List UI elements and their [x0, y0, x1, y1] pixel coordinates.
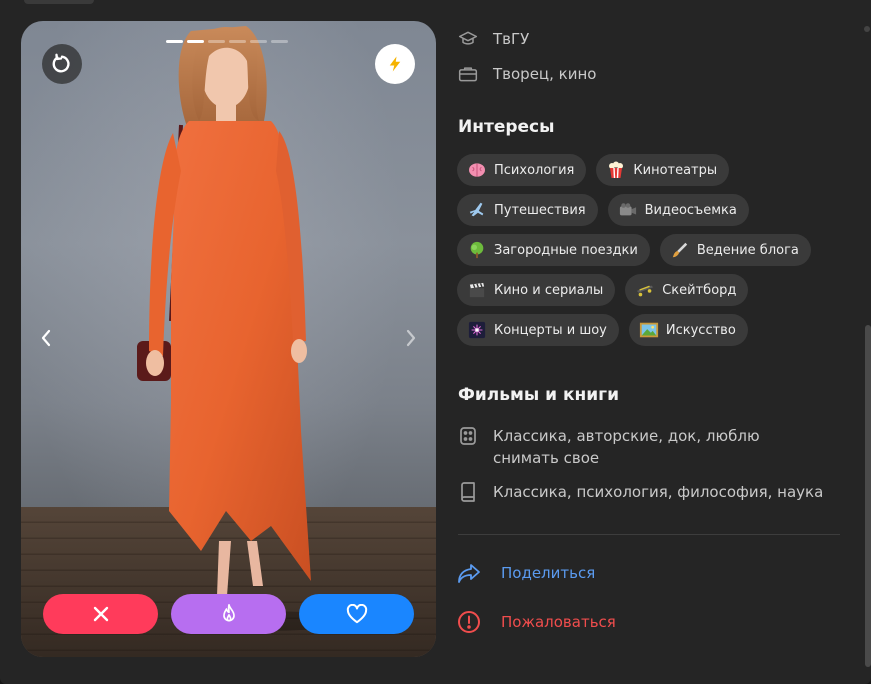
flame-icon	[222, 603, 235, 622]
interest-chip[interactable]: Искусство	[628, 314, 748, 346]
picture-icon	[639, 320, 659, 340]
films-text: Классика, авторские, док, люблю снимать …	[493, 427, 760, 467]
scroll-up-dot	[864, 26, 870, 32]
chip-row: Концерты и шоу Искусство	[457, 314, 847, 346]
interest-chip[interactable]: Концерты и шоу	[457, 314, 619, 346]
next-photo-button[interactable]	[399, 326, 423, 350]
media-title: Фильмы и книги	[458, 385, 619, 405]
education-text: ТвГУ	[493, 30, 530, 48]
chip-row: Путешествия Видеосъемка	[457, 194, 847, 226]
graduation-cap-icon	[457, 28, 479, 50]
window-tab	[24, 0, 94, 4]
interests-title: Интересы	[458, 117, 555, 137]
photo-indicators	[166, 40, 288, 43]
photo-indicator[interactable]	[229, 40, 246, 43]
photo-indicator[interactable]	[187, 40, 204, 43]
books-row: Классика, психология, философия, наука	[457, 481, 823, 503]
clapperboard-icon	[467, 280, 487, 300]
photo-indicator[interactable]	[250, 40, 267, 43]
boost-button[interactable]	[375, 44, 415, 84]
undo-icon	[52, 53, 70, 73]
chip-row: Загородные поездки Ведение блога	[457, 234, 847, 266]
prev-photo-button[interactable]	[34, 326, 58, 350]
warning-icon	[458, 611, 480, 633]
brain-icon	[467, 160, 487, 180]
divider	[458, 534, 840, 535]
popcorn-icon	[606, 160, 626, 180]
undo-button[interactable]	[42, 44, 82, 84]
report-label: Пожаловаться	[501, 613, 616, 631]
report-button[interactable]: Пожаловаться	[457, 610, 616, 634]
books-text: Классика, психология, философия, наука	[493, 483, 824, 501]
tree-icon	[467, 240, 487, 260]
interest-chip[interactable]: Психология	[457, 154, 587, 186]
scrollbar[interactable]	[865, 325, 871, 667]
education-row: ТвГУ	[457, 28, 529, 50]
job-text: Творец, кино	[493, 65, 597, 83]
photo-indicator[interactable]	[208, 40, 225, 43]
brush-icon	[670, 240, 690, 260]
chevron-left-icon	[41, 329, 51, 347]
skateboard-icon	[635, 280, 655, 300]
close-icon	[93, 606, 108, 622]
app-window: ТвГУ Творец, кино Интересы Психология Ки…	[0, 0, 871, 684]
interest-chip[interactable]: Загородные поездки	[457, 234, 650, 266]
interest-chip[interactable]: Скейтборд	[625, 274, 749, 306]
interest-chip[interactable]: Кинотеатры	[596, 154, 730, 186]
photo-indicator[interactable]	[271, 40, 288, 43]
interest-chip[interactable]: Ведение блога	[659, 234, 811, 266]
book-icon	[457, 481, 479, 503]
profile-photo-card[interactable]	[21, 21, 436, 657]
airplane-icon	[467, 200, 487, 220]
chip-row: Психология Кинотеатры	[457, 154, 847, 186]
interest-chip[interactable]: Путешествия	[457, 194, 598, 226]
dice-icon	[457, 425, 479, 447]
photo-indicator[interactable]	[166, 40, 183, 43]
share-label: Поделиться	[501, 564, 596, 582]
films-row: Классика, авторские, док, люблю снимать …	[457, 425, 817, 469]
briefcase-icon	[457, 63, 479, 85]
share-arrow-icon	[458, 564, 480, 583]
superlike-button[interactable]	[171, 594, 286, 634]
profile-photo	[137, 26, 351, 631]
chevron-right-icon	[406, 329, 416, 347]
chip-row: Кино и сериалы Скейтборд	[457, 274, 847, 306]
interests-list: Психология Кинотеатры Путешествия Видеос…	[457, 154, 847, 354]
interest-chip[interactable]: Кино и сериалы	[457, 274, 616, 306]
video-camera-icon	[618, 200, 638, 220]
fireworks-icon	[467, 320, 487, 340]
interest-chip[interactable]: Видеосъемка	[607, 194, 749, 226]
job-row: Творец, кино	[457, 63, 596, 85]
heart-icon	[346, 604, 367, 624]
dislike-button[interactable]	[43, 594, 158, 634]
share-button[interactable]: Поделиться	[457, 562, 595, 584]
lightning-icon	[389, 56, 401, 72]
like-button[interactable]	[299, 594, 414, 634]
